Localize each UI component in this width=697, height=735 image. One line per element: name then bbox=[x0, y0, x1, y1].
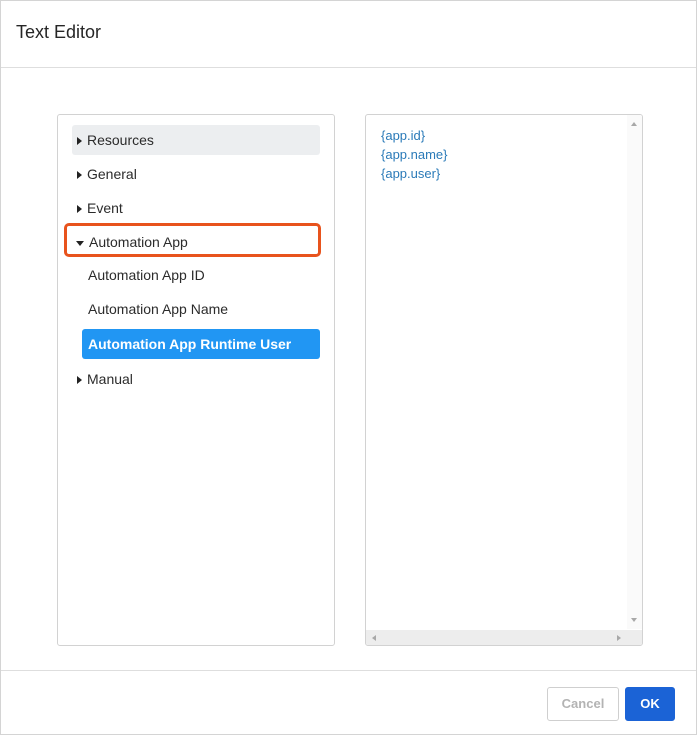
dialog-header: Text Editor bbox=[1, 1, 696, 68]
tree-item-label: Event bbox=[87, 200, 123, 216]
tree-item-label: Automation App ID bbox=[88, 267, 205, 283]
text-editor-dialog: Text Editor Resources General Event Auto… bbox=[0, 0, 697, 735]
tree-item-manual[interactable]: Manual bbox=[72, 364, 320, 394]
scroll-down-icon[interactable] bbox=[631, 618, 637, 622]
tree-item-label: Automation App bbox=[89, 234, 188, 250]
caret-right-icon bbox=[77, 205, 82, 214]
vertical-scrollbar[interactable] bbox=[627, 115, 642, 629]
editor-content[interactable]: {app.id} {app.name} {app.user} bbox=[381, 126, 448, 183]
ok-button[interactable]: OK bbox=[625, 687, 675, 721]
caret-right-icon bbox=[77, 171, 82, 180]
caret-down-icon bbox=[76, 240, 84, 246]
caret-right-icon bbox=[77, 137, 82, 146]
dialog-footer: Cancel OK bbox=[1, 670, 696, 735]
tree-item-event[interactable]: Event bbox=[72, 193, 320, 223]
tree-item-label: Manual bbox=[87, 371, 133, 387]
tree-item-resources[interactable]: Resources bbox=[72, 125, 320, 155]
tree-item-label: Automation App Name bbox=[88, 301, 229, 317]
scroll-right-icon[interactable] bbox=[617, 635, 621, 641]
tree-item-automation-app[interactable]: Automation App bbox=[72, 227, 320, 257]
editor-line: {app.name} bbox=[381, 147, 448, 162]
tree-item-automation-app-name[interactable]: Automation App Name bbox=[82, 294, 320, 324]
tree-item-label: Resources bbox=[87, 132, 154, 148]
tree-item-automation-app-id[interactable]: Automation App ID bbox=[82, 260, 320, 290]
scrollbar-corner bbox=[627, 630, 642, 645]
caret-right-icon bbox=[77, 376, 82, 385]
scroll-up-icon[interactable] bbox=[631, 122, 637, 126]
scroll-left-icon[interactable] bbox=[372, 635, 376, 641]
horizontal-scrollbar[interactable] bbox=[366, 630, 627, 645]
tree-item-label: General bbox=[87, 166, 137, 182]
editor-line: {app.user} bbox=[381, 166, 441, 181]
tree-item-label: Automation App Runtime User bbox=[88, 336, 292, 352]
tree-item-automation-app-runtime-user[interactable]: Automation App Runtime User bbox=[82, 329, 320, 359]
cancel-button[interactable]: Cancel bbox=[547, 687, 619, 721]
editor-line: {app.id} bbox=[381, 128, 426, 143]
tree-item-general[interactable]: General bbox=[72, 159, 320, 189]
dialog-title: Text Editor bbox=[16, 22, 102, 42]
text-editor-area[interactable]: {app.id} {app.name} {app.user} bbox=[365, 114, 643, 646]
variable-tree-panel: Resources General Event Automation App A… bbox=[57, 114, 335, 646]
